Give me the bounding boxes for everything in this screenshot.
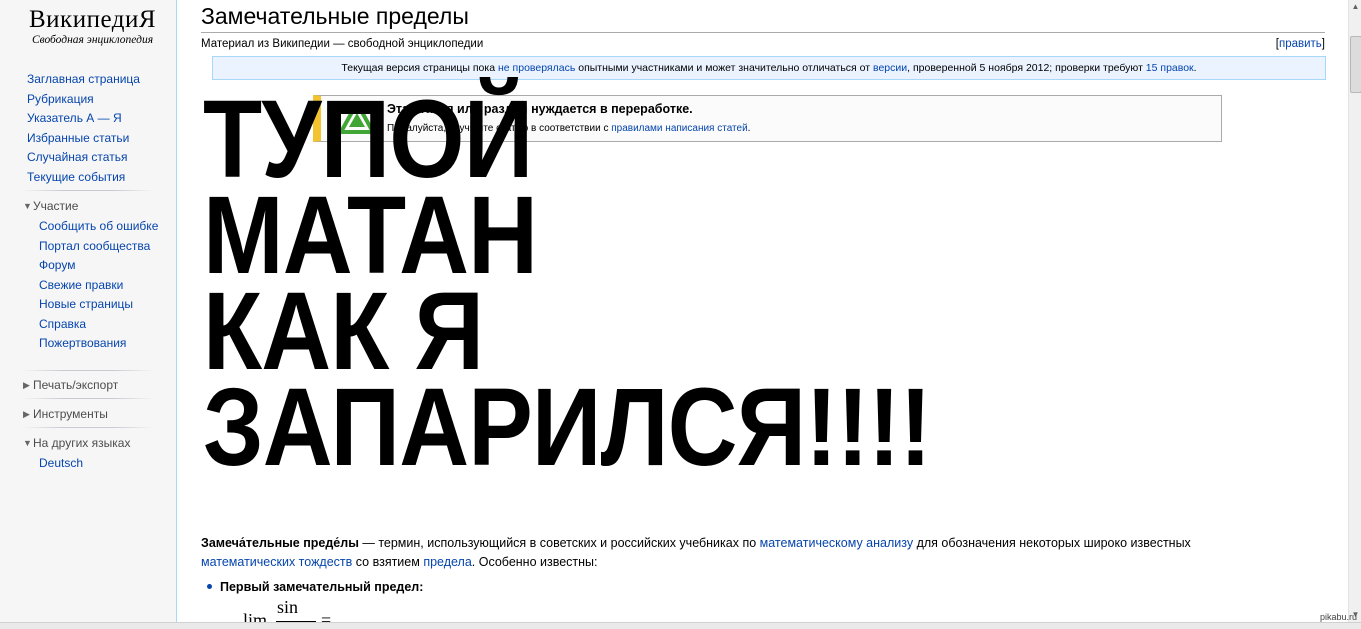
term-bold: Замеча́тельные преде́лы [201,536,359,550]
nav-current-events[interactable]: Текущие события [27,168,140,188]
portal-heading-label: Инструменты [33,407,108,421]
intro-text: — термин, использующийся в советских и р… [358,536,760,550]
nav-lang-deutsch[interactable]: Deutsch [39,456,159,471]
bullet-icon [207,584,212,589]
logo-subtitle: Свободная энциклопедия [31,34,154,46]
math-identities-link[interactable]: математических тождеств [201,555,352,569]
edit-link[interactable]: править [1279,38,1322,50]
meme-overlay-text: ТУПОЙ МАТАН КАК Я ЗАПАРИЛСЯ!!!! [203,85,932,489]
overlay-line: ЗАПАРИЛСЯ!!!! [203,366,932,489]
intro-text: . Особенно известны: [471,555,598,569]
nav-recent-changes[interactable]: Свежие правки [39,278,159,293]
pending-edits-link[interactable]: 15 правок [1146,62,1194,74]
version-link[interactable]: версии [873,62,907,74]
site-subtitle: Материал из Википедии — свободной энцикл… [201,38,484,50]
formula-equals: = 1 [321,610,332,622]
wikipedia-logo[interactable]: ВикипедиЯ Свободная энциклопедия [20,6,165,46]
collapse-triangle-icon: ▼ [23,438,32,448]
expand-triangle-icon: ▶ [23,380,30,390]
portal-heading-label: Участие [33,199,79,213]
nav-categories[interactable]: Рубрикация [27,90,140,110]
portal-participation-list: Сообщить об ошибке Портал сообщества Фор… [39,219,159,356]
nav-main-page[interactable]: Заглавная страница [27,70,140,90]
logo-title: ВикипедиЯ [29,6,156,33]
nav-index[interactable]: Указатель А — Я [27,109,140,129]
portal-heading-label: Печать/экспорт [33,378,119,392]
edit-bracket-close: ] [1321,38,1325,50]
portal-separator [22,370,154,371]
nav-help[interactable]: Справка [39,317,159,332]
portal-print-heading[interactable]: ▶ Печать/экспорт [23,378,118,392]
portal-languages-list: Deutsch [39,456,159,476]
collapse-triangle-icon: ▼ [23,201,32,211]
nav-donate[interactable]: Пожертвования [39,336,159,351]
notice-text: . [1193,62,1197,74]
portal-heading-label: На других языках [33,436,131,450]
nav-community-portal[interactable]: Портал сообщества [39,239,159,254]
page-title: Замечательные пределы [201,2,1325,33]
main-navigation: Заглавная страница Рубрикация Указатель … [27,70,140,188]
scrollbar-thumb[interactable] [1350,36,1361,93]
list-item: Первый замечательный предел: [207,580,423,594]
sidebar: ВикипедиЯ Свободная энциклопедия Заглавн… [0,0,177,628]
notice-text: опытными участниками и может значительно… [575,62,873,74]
scroll-up-arrow-icon[interactable]: ▲ [1349,0,1361,14]
vertical-scrollbar[interactable]: ▲ ▼ [1348,0,1361,622]
nav-report-error[interactable]: Сообщить об ошибке [39,219,159,234]
limit-link[interactable]: предела [423,555,471,569]
nav-forum[interactable]: Форум [39,258,159,273]
intro-text: со взятием [352,555,424,569]
notice-text: , проверенной 5 ноября 2012; проверки тр… [907,62,1146,74]
list-item-label: Первый замечательный предел: [220,580,424,594]
nav-new-pages[interactable]: Новые страницы [39,297,159,312]
formula-lim: lim [243,610,268,622]
portal-languages-heading[interactable]: ▼На других языках [23,436,130,450]
portal-separator [22,190,154,191]
unchecked-link[interactable]: не проверялась [498,62,575,74]
portal-separator [22,398,154,399]
nav-random[interactable]: Случайная статья [27,148,140,168]
article-content: Замечательные пределы Материал из Википе… [176,0,1349,622]
portal-tools-heading[interactable]: ▶ Инструменты [23,407,108,421]
portal-separator [22,427,154,428]
edit-section: [править] [1276,38,1325,50]
math-analysis-link[interactable]: математическому анализу [760,536,913,550]
portal-participation-heading[interactable]: ▼Участие [23,199,78,213]
formula-numerator: sin x [277,597,299,622]
nav-featured[interactable]: Избранные статьи [27,129,140,149]
intro-text: для обозначения некоторых широко известн… [913,536,1191,550]
article-intro-paragraph: Замеча́тельные преде́лы — термин, исполь… [201,534,1281,572]
notice-text: Текущая версия страницы пока [341,62,498,74]
watermark: pikabu.ru [1319,612,1357,622]
flagged-revisions-notice: Текущая версия страницы пока не проверял… [212,56,1326,80]
expand-triangle-icon: ▶ [23,409,30,419]
